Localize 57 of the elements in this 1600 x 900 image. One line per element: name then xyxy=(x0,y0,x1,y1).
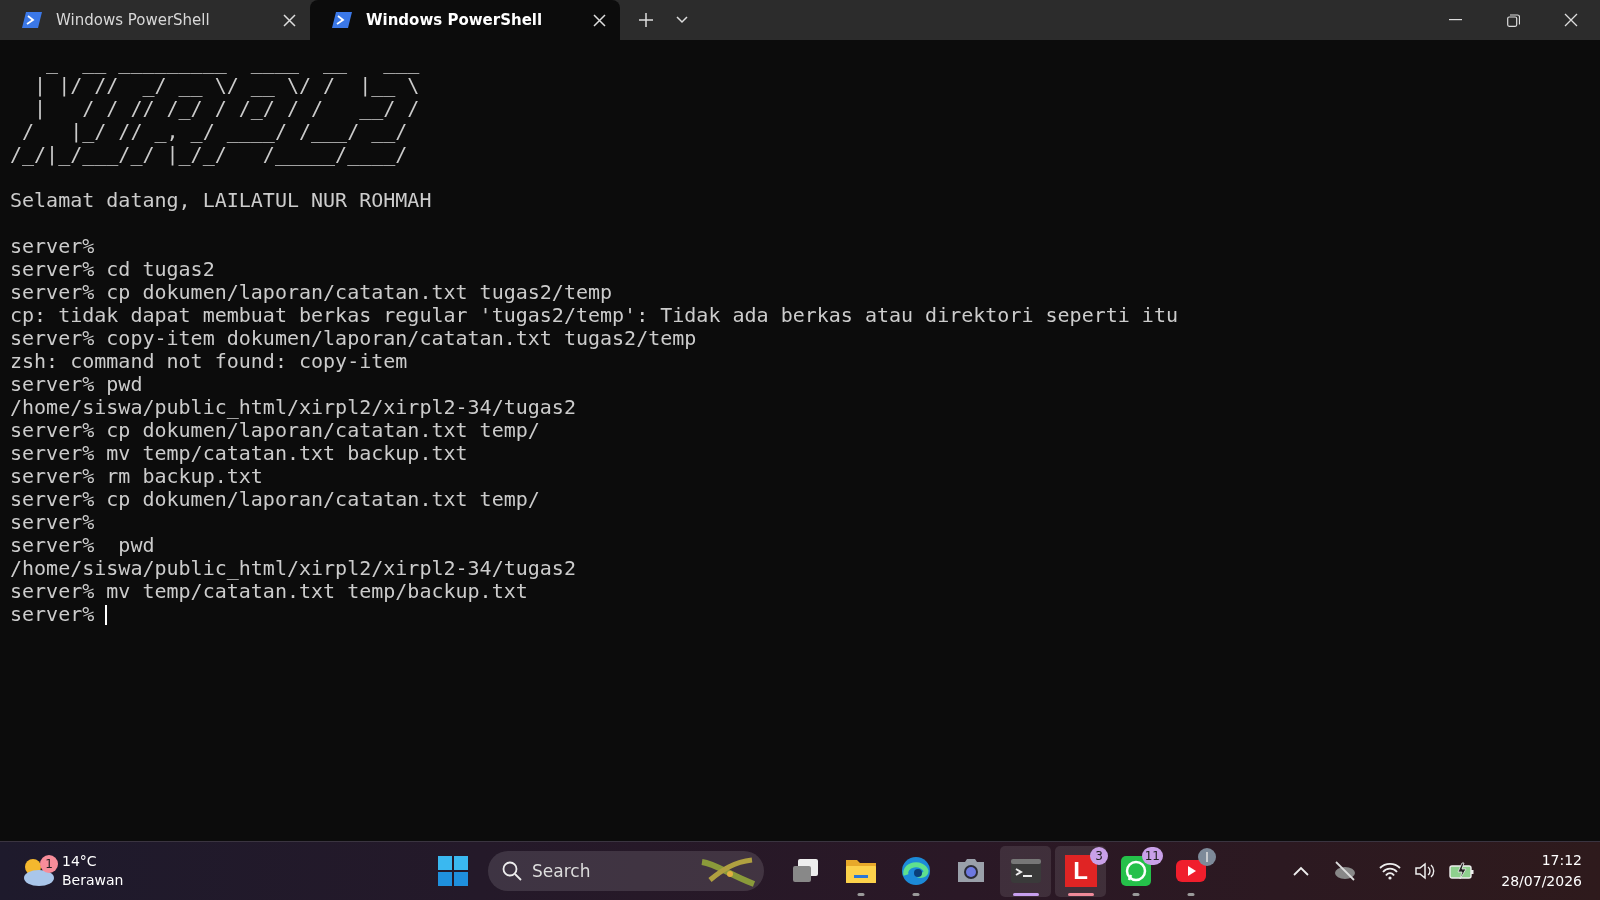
app-icon: L xyxy=(1064,855,1097,887)
notification-badge: 11 xyxy=(1141,846,1163,865)
terminal-line: /home/siswa/public_html/xirpl2/xirpl2-34/tugas2 xyxy=(10,396,577,419)
chevron-up-icon[interactable] xyxy=(1293,866,1310,876)
tab[interactable]: Windows PowerShell xyxy=(310,0,620,40)
terminal-line: server% pwd xyxy=(10,534,156,557)
plus-icon[interactable] xyxy=(639,13,653,27)
terminal-line: server% pwd xyxy=(10,373,144,396)
taskbar-app[interactable]: 11 xyxy=(1110,845,1161,897)
weather-condition: Berawan xyxy=(62,871,124,890)
chevron-down-icon[interactable] xyxy=(676,16,688,24)
taskbar-app[interactable]: L 3 xyxy=(1055,845,1106,897)
shell-icon xyxy=(332,12,352,28)
text-cursor xyxy=(105,605,108,625)
terminal-line: server% cp dokumen/laporan/catatan.txt temp/ xyxy=(10,488,541,511)
welcome-message: Selamat datang, LAILATUL NUR ROHMAH xyxy=(10,189,433,212)
browser-icon xyxy=(899,855,932,887)
ascii-banner-line: _ __ _________ ____ __ ___ xyxy=(45,51,421,74)
windows-logo-icon[interactable] xyxy=(438,856,468,886)
notification-badge: 1 xyxy=(40,855,58,873)
terminal-line: server% xyxy=(10,235,96,258)
terminal-line: server% mv temp/catatan.txt temp/backup.txt xyxy=(10,580,528,603)
terminal-line: zsh: command not found: copy-item xyxy=(10,350,409,373)
terminal-line: server% copy-item dokumen/laporan/catatan.txt tugas2/temp xyxy=(10,327,698,350)
terminal-line: server% xyxy=(10,511,96,534)
folder-icon xyxy=(844,857,877,885)
terminal-icon xyxy=(1009,857,1042,885)
terminal-line: cp: tidak dapat membuat berkas regular 'tugas2/temp': Tidak ada berkas atau direktori seperti itu xyxy=(10,304,1179,327)
ascii-banner-line: / |_/ // _, _/ ____/ /___/ __/ xyxy=(21,120,409,143)
terminal-line: server% cp dokumen/laporan/catatan.txt temp/ xyxy=(10,419,540,442)
ascii-banner-line: /_/|_/___/_/ |_/_/ /_____/____/ xyxy=(10,143,409,166)
terminal-line: server% cd tugas2 xyxy=(10,258,216,281)
terminal-line: server% mv temp/catatan.txt backup.txt xyxy=(10,442,469,465)
close-icon[interactable] xyxy=(593,13,606,27)
search-icon xyxy=(502,861,522,881)
terminal-line: /home/siswa/public_html/xirpl2/xirpl2-34/tugas2 xyxy=(10,557,577,580)
tab[interactable]: Windows PowerShell xyxy=(0,0,310,40)
terminal-line: server% cp dokumen/laporan/catatan.txt tugas2/temp xyxy=(10,281,614,304)
restore-icon[interactable] xyxy=(1506,13,1520,27)
volume-icon[interactable] xyxy=(1415,862,1436,880)
prompt: server% xyxy=(10,602,95,626)
ascii-banner-line: | / / // /_/ / /_/ / / __/ / xyxy=(33,97,421,120)
search-field[interactable]: Search xyxy=(488,851,764,891)
clock[interactable]: 17:12 28/07/2026 xyxy=(1501,850,1582,892)
battery-charging-icon[interactable] xyxy=(1449,862,1476,880)
wifi-icon[interactable] xyxy=(1379,862,1402,880)
notification-badge: 3 xyxy=(1090,846,1108,865)
terminal-line: server% rm backup.txt xyxy=(10,465,264,488)
shell-icon xyxy=(22,12,42,28)
play-icon xyxy=(1174,858,1207,884)
taskbar-app[interactable] xyxy=(1000,845,1051,897)
cloud-off-icon[interactable] xyxy=(1333,861,1358,881)
minimize-icon[interactable] xyxy=(1448,19,1462,21)
temperature: 14°C xyxy=(62,852,98,871)
close-icon[interactable] xyxy=(283,13,296,27)
ascii-banner-line: | |/ // _/ __ \/ __ \/ / |__ \ xyxy=(33,74,421,97)
close-icon[interactable] xyxy=(1564,13,1578,27)
